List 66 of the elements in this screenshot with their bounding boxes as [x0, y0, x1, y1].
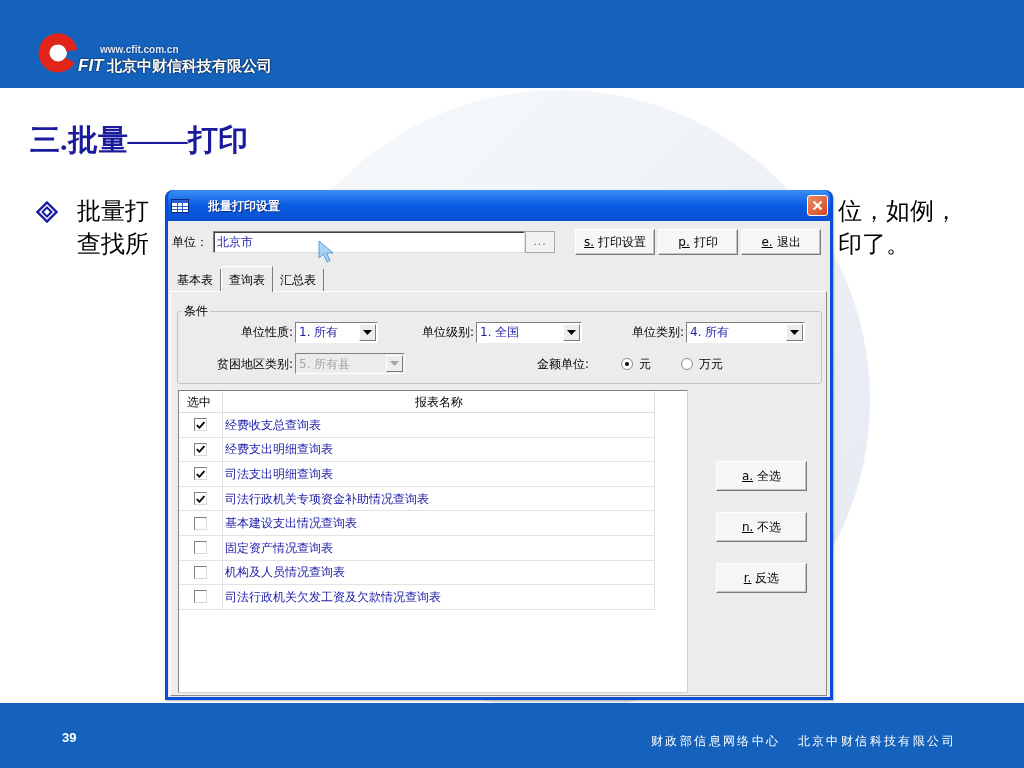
group-label: 条件	[183, 304, 209, 318]
checkbox[interactable]	[194, 418, 207, 432]
dropdown-button[interactable]	[786, 323, 803, 341]
close-button[interactable]	[807, 195, 828, 216]
action-button[interactable]: e. 退出	[741, 229, 821, 255]
table-cell: 司法行政机关欠发工资及欠款情况查询表	[223, 585, 655, 610]
dropdown-button[interactable]	[563, 323, 580, 341]
caret-down-icon	[567, 329, 576, 335]
table-cell: 司法支出明细查询表	[223, 462, 655, 487]
select-button[interactable]: r. 反选	[716, 563, 807, 593]
slide-title: 三.批量——打印	[30, 122, 248, 158]
bullet-text: 查找所	[77, 230, 149, 259]
field-label: 单位性质:	[239, 324, 294, 341]
logo-letters: FIT	[78, 57, 104, 74]
checkbox[interactable]	[194, 516, 207, 530]
checkbox[interactable]	[194, 492, 207, 506]
column-header: 报表名称	[223, 391, 655, 413]
diamond-bullet-icon	[36, 201, 58, 223]
table-cell: 基本建设支出情况查询表	[223, 511, 655, 536]
field-label: 单位：	[172, 234, 209, 251]
action-button[interactable]: s. 打印设置	[575, 229, 655, 255]
tab[interactable]: 查询表	[221, 266, 273, 292]
close-icon	[812, 200, 823, 211]
company-name: 北京中财信科技有限公司	[106, 57, 272, 74]
caret-down-icon	[363, 329, 372, 335]
table-cell: 经费收支总查询表	[223, 413, 655, 438]
table-icon	[171, 198, 189, 213]
page-number: 39	[62, 730, 77, 746]
bullet-text: 批量打	[77, 197, 149, 226]
checkbox[interactable]	[194, 590, 207, 604]
caret-down-icon	[390, 361, 399, 366]
table-cell: 机构及人员情况查询表	[223, 560, 655, 586]
bullet-text: 印了。	[838, 230, 910, 259]
logo-url: www.cfit.com.cn	[100, 44, 180, 55]
table-cell: 司法行政机关专项资金补助情况查询表	[223, 486, 655, 512]
unit-field[interactable]: 北京市	[213, 231, 525, 253]
checkbox[interactable]	[194, 467, 207, 481]
dropdown-button[interactable]	[359, 323, 376, 341]
dropdown[interactable]: 1. 全国	[476, 321, 582, 343]
radio-button[interactable]	[621, 357, 634, 370]
footer-text: 北京中财信科技有限公司	[797, 733, 956, 749]
field-label: 单位级别:	[420, 324, 475, 341]
field-label: 金额单位:	[537, 355, 590, 373]
mouse-pointer-icon	[318, 240, 336, 263]
column-header: 选中	[179, 391, 223, 413]
radio-button[interactable]	[681, 357, 694, 370]
caret-down-icon	[790, 329, 799, 335]
radio-label: 元	[639, 355, 652, 373]
radio-label: 万元	[699, 355, 724, 373]
dropdown[interactable]: 1. 所有	[295, 321, 378, 343]
browse-button[interactable]: ...	[525, 231, 555, 253]
field-label: 单位类别:	[630, 324, 685, 341]
bullet-text: 位，如例，	[838, 197, 958, 226]
action-button[interactable]: p. 打印	[658, 229, 738, 255]
footer-text: 财政部信息网络中心	[651, 733, 781, 749]
table-cell: 固定资产情况查询表	[223, 535, 655, 561]
ring-logo-icon	[38, 33, 78, 73]
dropdown[interactable]: 4. 所有	[686, 321, 805, 343]
select-button[interactable]: a. 全选	[716, 461, 807, 491]
field-label: 贫困地区类别:	[215, 355, 294, 373]
checkbox[interactable]	[194, 541, 207, 555]
select-button[interactable]: n. 不选	[716, 512, 807, 542]
checkbox[interactable]	[194, 442, 207, 456]
table-cell: 经费支出明细查询表	[223, 437, 655, 463]
checkbox[interactable]	[194, 565, 207, 579]
window-title: 批量打印设置	[208, 197, 280, 215]
